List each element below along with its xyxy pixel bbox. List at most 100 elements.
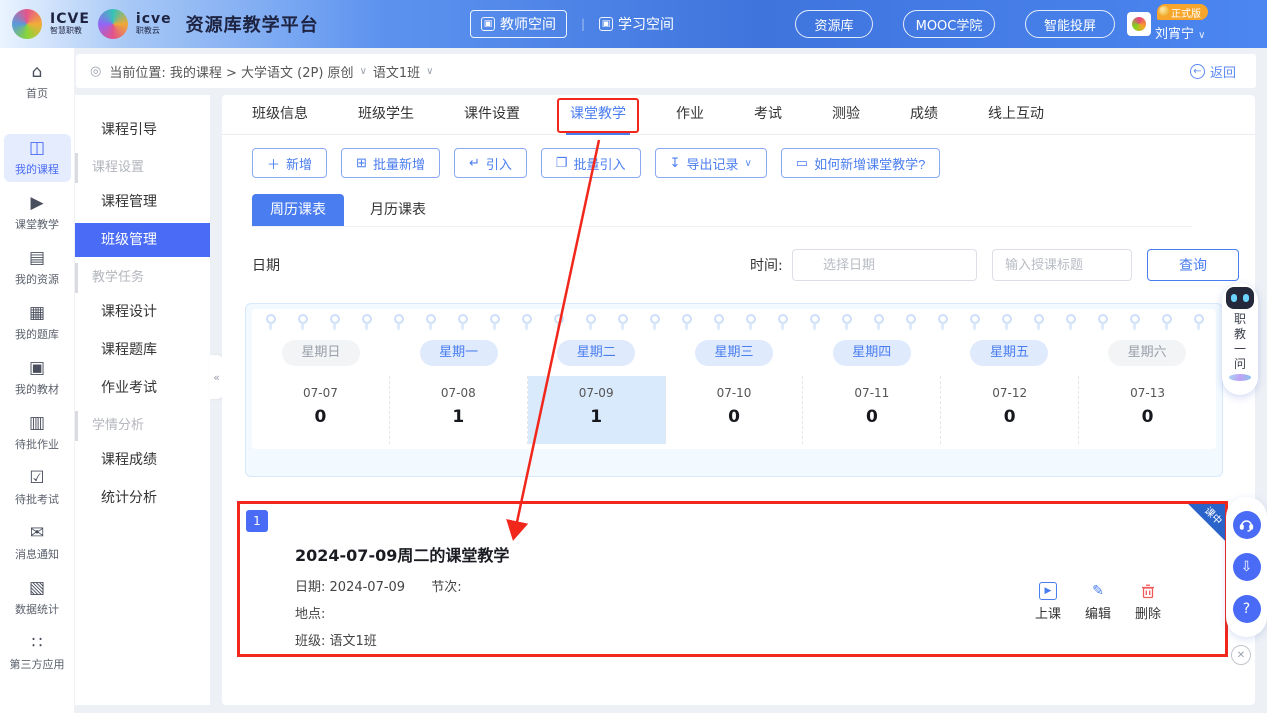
submenu-item-2[interactable]: 课程管理	[75, 185, 210, 219]
month-view-tab[interactable]: 月历课表	[352, 194, 444, 226]
rail-item-4[interactable]: ▦我的题库	[4, 299, 71, 347]
rail-item-3[interactable]: ▤我的资源	[4, 244, 71, 292]
rail-item-7[interactable]: ☑待批考试	[4, 464, 71, 512]
query-button[interactable]: 查询	[1147, 249, 1239, 281]
date-picker-input[interactable]	[792, 249, 977, 281]
tab-4[interactable]: 作业	[676, 95, 704, 135]
weekday-5[interactable]: 星期五	[970, 340, 1048, 366]
submenu-item-0[interactable]: 课程引导	[75, 113, 210, 147]
batch-import-button[interactable]: ❐ 批量引入	[541, 148, 641, 178]
add-button[interactable]: ＋ 新增	[252, 148, 327, 178]
day-cell-1[interactable]: 07-081	[390, 376, 528, 444]
start-class-button[interactable]: ▶ 上课	[1035, 582, 1061, 622]
weekday-2[interactable]: 星期二	[557, 340, 635, 366]
weekday-6[interactable]: 星期六	[1108, 340, 1186, 366]
close-floating-button[interactable]: ✕	[1231, 645, 1251, 665]
learning-space-link[interactable]: ▣ 学习空间	[599, 14, 674, 34]
how-to-add-button[interactable]: ▭ 如何新增课堂教学?	[781, 148, 941, 178]
header-divider: |	[581, 17, 585, 31]
day-cell-4[interactable]: 07-110	[803, 376, 941, 444]
rail-item-9[interactable]: ▧数据统计	[4, 574, 71, 622]
period-label: 节次:	[431, 580, 461, 595]
weekday-1[interactable]: 星期一	[420, 340, 498, 366]
export-records-button[interactable]: ↧ 导出记录 ∨	[655, 148, 767, 178]
help-button[interactable]: ?	[1233, 595, 1261, 623]
class-chevron-icon[interactable]: ∨	[426, 66, 433, 77]
download-button[interactable]: ⇩	[1233, 553, 1261, 581]
submenu-item-9[interactable]: 课程成绩	[75, 443, 210, 477]
customer-service-button[interactable]	[1233, 511, 1261, 539]
annotation-tab-box	[557, 98, 639, 133]
day-date-0: 07-07	[252, 386, 389, 400]
ribbon-label: 课中	[1190, 504, 1225, 539]
toolbar: ＋ 新增 ⊞ 批量新增 ↵ 引入 ❐ 批量引入 ↧ 导出记录 ∨ ▭ 如何新增课…	[222, 135, 1255, 178]
rail-item-2[interactable]: ▶课堂教学	[4, 189, 71, 237]
tab-3[interactable]: 课堂教学	[570, 95, 626, 135]
date-section-label: 日期	[252, 255, 280, 275]
main-panel: 班级信息 班级学生 课件设置 课堂教学 作业 考试 测验 成绩 线上互动 ＋ 新增 ⊞ 批量新增…	[222, 95, 1255, 705]
tab-2[interactable]: 课件设置	[464, 95, 520, 135]
day-count-6: 0	[1079, 407, 1216, 427]
lesson-title: 2024-07-09周二的课堂教学	[295, 542, 509, 566]
mooc-college-button[interactable]: MOOC学院	[903, 10, 995, 38]
status-ribbon: 课中	[1188, 504, 1225, 541]
rail-item-8[interactable]: ✉消息通知	[4, 519, 71, 567]
submenu-item-5[interactable]: 课程设计	[75, 295, 210, 329]
tab-8[interactable]: 线上互动	[988, 95, 1044, 135]
week-view-tab[interactable]: 周历课表	[252, 194, 344, 226]
submenu-section-1: 课程设置	[75, 153, 210, 183]
submenu-item-7[interactable]: 作业考试	[75, 371, 210, 405]
tab-6[interactable]: 测验	[832, 95, 860, 135]
binding-loop	[554, 314, 562, 329]
binding-loop	[810, 314, 818, 329]
batch-add-button[interactable]: ⊞ 批量新增	[341, 148, 440, 178]
rail-item-10[interactable]: ∷第三方应用	[4, 629, 71, 677]
day-cell-6[interactable]: 07-130	[1079, 376, 1216, 444]
weekday-0[interactable]: 星期日	[282, 340, 360, 366]
edit-button[interactable]: ✎ 编辑	[1085, 582, 1111, 622]
rail-item-1[interactable]: ◫我的课程	[4, 134, 71, 182]
submenu-item-10[interactable]: 统计分析	[75, 481, 210, 515]
tab-0[interactable]: 班级信息	[252, 95, 308, 135]
tab-5[interactable]: 考试	[754, 95, 782, 135]
submenu-item-6[interactable]: 课程题库	[75, 333, 210, 367]
weekday-4[interactable]: 星期四	[833, 340, 911, 366]
back-button[interactable]: ← 返回	[1190, 62, 1236, 81]
ai-assistant-widget[interactable]: 职教一问	[1222, 283, 1258, 395]
batch-add-icon: ⊞	[356, 155, 367, 171]
smart-cast-button[interactable]: 智能投屏	[1025, 10, 1115, 38]
delete-button[interactable]: 删除	[1135, 582, 1161, 622]
user-menu[interactable]: 刘宵宁 ∨	[1155, 23, 1205, 42]
class-tabs: 班级信息 班级学生 课件设置 课堂教学 作业 考试 测验 成绩 线上互动	[222, 95, 1255, 135]
rail-label-2: 课堂教学	[15, 216, 59, 232]
tab-7[interactable]: 成绩	[910, 95, 938, 135]
rail-label-9: 数据统计	[15, 601, 59, 617]
import-button[interactable]: ↵ 引入	[454, 148, 527, 178]
teacher-space-button[interactable]: ▣ 教师空间	[470, 10, 567, 38]
weekday-3[interactable]: 星期三	[695, 340, 773, 366]
app-shortcut-icon[interactable]	[1127, 12, 1151, 36]
lesson-actions: ▶ 上课 ✎ 编辑 删除	[1035, 582, 1161, 622]
day-cell-5[interactable]: 07-120	[941, 376, 1079, 444]
submenu-item-3[interactable]: 班级管理	[75, 223, 210, 257]
day-cell-2[interactable]: 07-091	[528, 376, 666, 444]
day-cell-0[interactable]: 07-070	[252, 376, 390, 444]
day-count-3: 0	[666, 407, 803, 427]
lesson-class-line: 班级: 语文1班	[295, 630, 377, 649]
date-value: 2024-07-09	[330, 580, 406, 595]
breadcrumb-class[interactable]: 语文1班	[373, 62, 420, 81]
lesson-card[interactable]: 1 2024-07-09周二的课堂教学 日期: 2024-07-09 节次: 地…	[240, 504, 1225, 654]
day-cell-3[interactable]: 07-100	[666, 376, 804, 444]
start-class-icon: ▶	[1039, 582, 1057, 600]
rail-item-0[interactable]: ⌂首页	[4, 58, 71, 106]
binding-strip	[252, 312, 1216, 336]
user-name: 刘宵宁	[1155, 27, 1194, 42]
lesson-title-input[interactable]	[992, 249, 1132, 281]
version-badge: 正式版	[1157, 4, 1208, 20]
rail-item-5[interactable]: ▣我的教材	[4, 354, 71, 402]
course-chevron-icon[interactable]: ∨	[360, 66, 367, 77]
breadcrumb-path[interactable]: 我的课程 > 大学语文 (2P) 原创	[170, 62, 354, 81]
tab-1[interactable]: 班级学生	[358, 95, 414, 135]
rail-item-6[interactable]: ▥待批作业	[4, 409, 71, 457]
resource-library-button[interactable]: 资源库	[795, 10, 873, 38]
